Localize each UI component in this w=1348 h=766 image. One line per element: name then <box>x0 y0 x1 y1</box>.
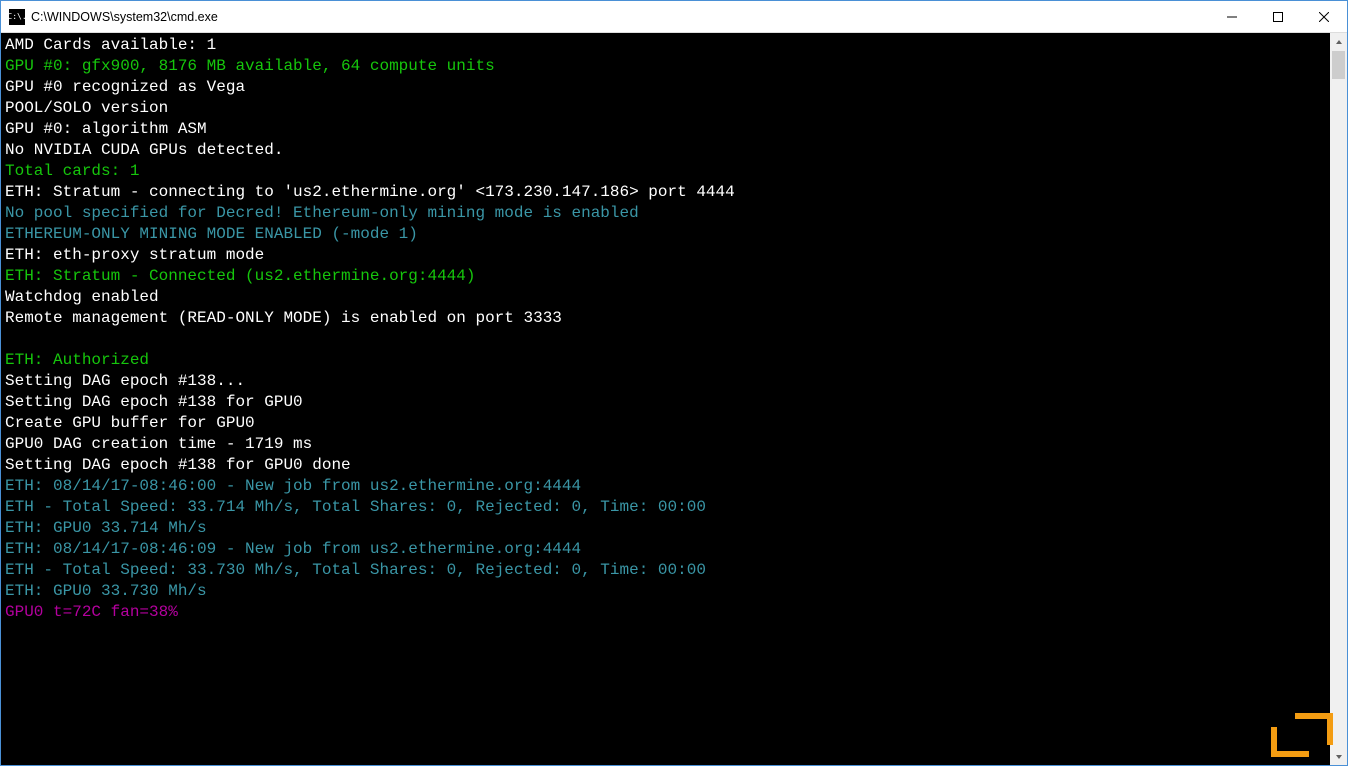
console-line: Setting DAG epoch #138... <box>5 371 1326 392</box>
console-line <box>5 329 1326 350</box>
titlebar[interactable]: C:\. C:\WINDOWS\system32\cmd.exe <box>1 1 1347 33</box>
console-line: ETH - Total Speed: 33.714 Mh/s, Total Sh… <box>5 497 1326 518</box>
console-output[interactable]: AMD Cards available: 1GPU #0: gfx900, 81… <box>1 33 1330 765</box>
console-line: ETH: Stratum - Connected (us2.ethermine.… <box>5 266 1326 287</box>
close-button[interactable] <box>1301 1 1347 32</box>
console-line: GPU #0: algorithm ASM <box>5 119 1326 140</box>
window-controls <box>1209 1 1347 32</box>
console-line: Watchdog enabled <box>5 287 1326 308</box>
console-line: Create GPU buffer for GPU0 <box>5 413 1326 434</box>
console-line: GPU0 DAG creation time - 1719 ms <box>5 434 1326 455</box>
console-line: GPU #0: gfx900, 8176 MB available, 64 co… <box>5 56 1326 77</box>
scroll-down-button[interactable] <box>1330 748 1347 765</box>
console-area: AMD Cards available: 1GPU #0: gfx900, 81… <box>1 33 1347 765</box>
scroll-up-button[interactable] <box>1330 33 1347 50</box>
scroll-thumb[interactable] <box>1332 51 1345 79</box>
cmd-window: C:\. C:\WINDOWS\system32\cmd.exe AMD Car… <box>0 0 1348 766</box>
minimize-button[interactable] <box>1209 1 1255 32</box>
console-line: ETH: GPU0 33.714 Mh/s <box>5 518 1326 539</box>
console-line: GPU0 t=72C fan=38% <box>5 602 1326 623</box>
console-line: Remote management (READ-ONLY MODE) is en… <box>5 308 1326 329</box>
console-line: Setting DAG epoch #138 for GPU0 <box>5 392 1326 413</box>
console-line: GPU #0 recognized as Vega <box>5 77 1326 98</box>
console-line: ETHEREUM-ONLY MINING MODE ENABLED (-mode… <box>5 224 1326 245</box>
console-line: ETH: 08/14/17-08:46:00 - New job from us… <box>5 476 1326 497</box>
console-line: Setting DAG epoch #138 for GPU0 done <box>5 455 1326 476</box>
vertical-scrollbar[interactable] <box>1330 33 1347 765</box>
window-title: C:\WINDOWS\system32\cmd.exe <box>31 10 1209 24</box>
console-line: POOL/SOLO version <box>5 98 1326 119</box>
console-line: No NVIDIA CUDA GPUs detected. <box>5 140 1326 161</box>
console-line: ETH: Authorized <box>5 350 1326 371</box>
console-line: ETH: GPU0 33.730 Mh/s <box>5 581 1326 602</box>
maximize-button[interactable] <box>1255 1 1301 32</box>
console-line: AMD Cards available: 1 <box>5 35 1326 56</box>
console-line: ETH: eth-proxy stratum mode <box>5 245 1326 266</box>
console-line: ETH: 08/14/17-08:46:09 - New job from us… <box>5 539 1326 560</box>
console-line: ETH - Total Speed: 33.730 Mh/s, Total Sh… <box>5 560 1326 581</box>
console-line: No pool specified for Decred! Ethereum-o… <box>5 203 1326 224</box>
console-line: ETH: Stratum - connecting to 'us2.etherm… <box>5 182 1326 203</box>
console-line: Total cards: 1 <box>5 161 1326 182</box>
cmd-icon: C:\. <box>9 9 25 25</box>
